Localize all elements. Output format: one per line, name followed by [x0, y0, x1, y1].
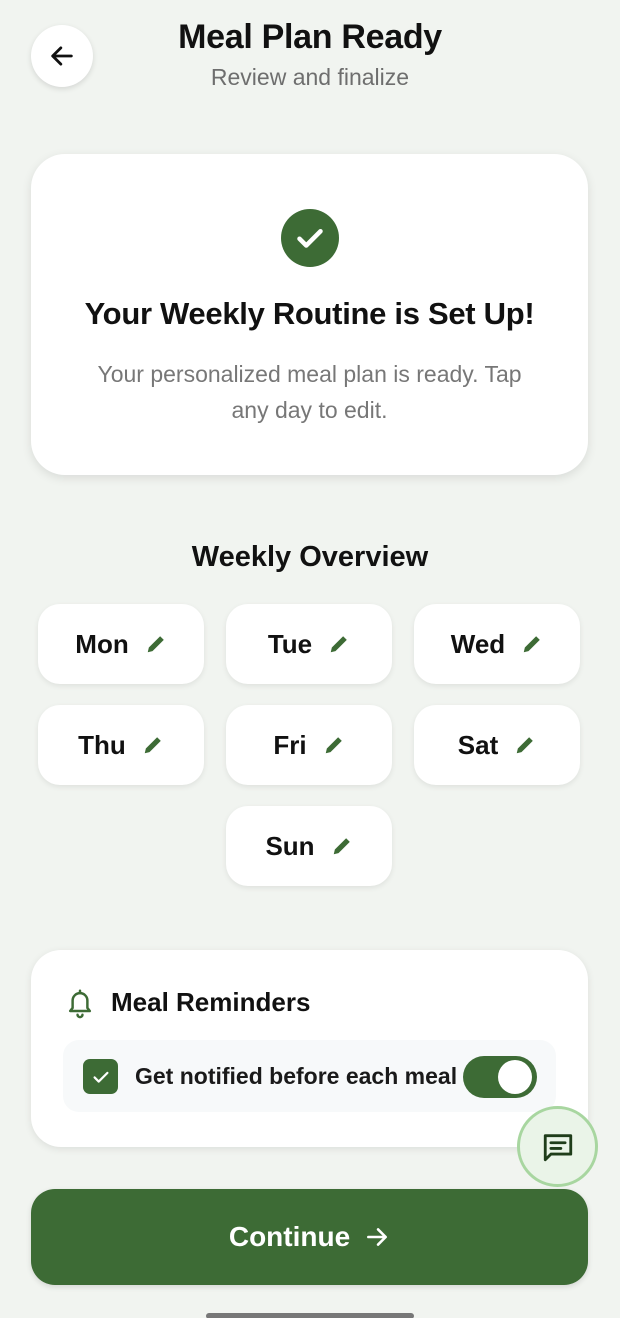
pencil-icon: [521, 633, 543, 655]
check-circle-icon: [281, 209, 339, 267]
pencil-icon: [328, 633, 350, 655]
pencil-icon: [514, 734, 536, 756]
day-label: Fri: [273, 729, 307, 760]
day-card-fri[interactable]: Fri: [226, 705, 392, 785]
day-card-thu[interactable]: Thu: [38, 705, 204, 785]
pencil-icon: [142, 734, 164, 756]
page-subtitle: Review and finalize: [210, 64, 410, 90]
day-label: Thu: [78, 729, 126, 760]
success-card: Your Weekly Routine is Set Up! Your pers…: [31, 154, 588, 475]
day-label: Tue: [267, 628, 313, 659]
pencil-icon: [331, 835, 353, 857]
toggle-knob: [498, 1060, 532, 1094]
day-card-sat[interactable]: Sat: [414, 705, 580, 785]
arrow-right-icon: [367, 1228, 388, 1246]
day-label: Mon: [75, 628, 129, 659]
notify-checkbox[interactable]: [83, 1059, 118, 1094]
continue-button[interactable]: Continue: [31, 1189, 588, 1285]
pencil-icon: [323, 734, 345, 756]
meal-reminders-card: Meal Reminders Get notified before each …: [31, 950, 588, 1147]
day-label: Wed: [450, 628, 506, 659]
day-card-sun[interactable]: Sun: [226, 806, 392, 886]
day-card-tue[interactable]: Tue: [226, 604, 392, 684]
chat-icon: [543, 1133, 572, 1161]
notify-label: Get notified before each meal: [135, 1063, 458, 1089]
weekly-overview-title: Weekly Overview: [191, 541, 429, 573]
reminder-toggle[interactable]: [463, 1056, 537, 1098]
day-card-wed[interactable]: Wed: [414, 604, 580, 684]
bell-icon: [68, 989, 92, 1019]
page-title: Meal Plan Ready: [178, 18, 442, 56]
home-indicator: [206, 1313, 414, 1318]
success-title: Your Weekly Routine is Set Up!: [84, 296, 535, 331]
chat-button[interactable]: [517, 1106, 598, 1187]
day-label: Sun: [265, 830, 315, 861]
success-description: Your personalized meal plan is ready. Ta…: [97, 361, 522, 423]
reminders-title: Meal Reminders: [111, 987, 311, 1017]
day-label: Sat: [457, 729, 499, 760]
meal-plan-ready-screen: Meal Plan Ready Review and finalize Your…: [0, 0, 620, 1318]
continue-label: Continue: [228, 1221, 351, 1252]
day-card-mon[interactable]: Mon: [38, 604, 204, 684]
pencil-icon: [145, 633, 167, 655]
checkmark-icon: [92, 1071, 109, 1083]
reminder-option-row: Get notified before each meal: [63, 1040, 556, 1112]
